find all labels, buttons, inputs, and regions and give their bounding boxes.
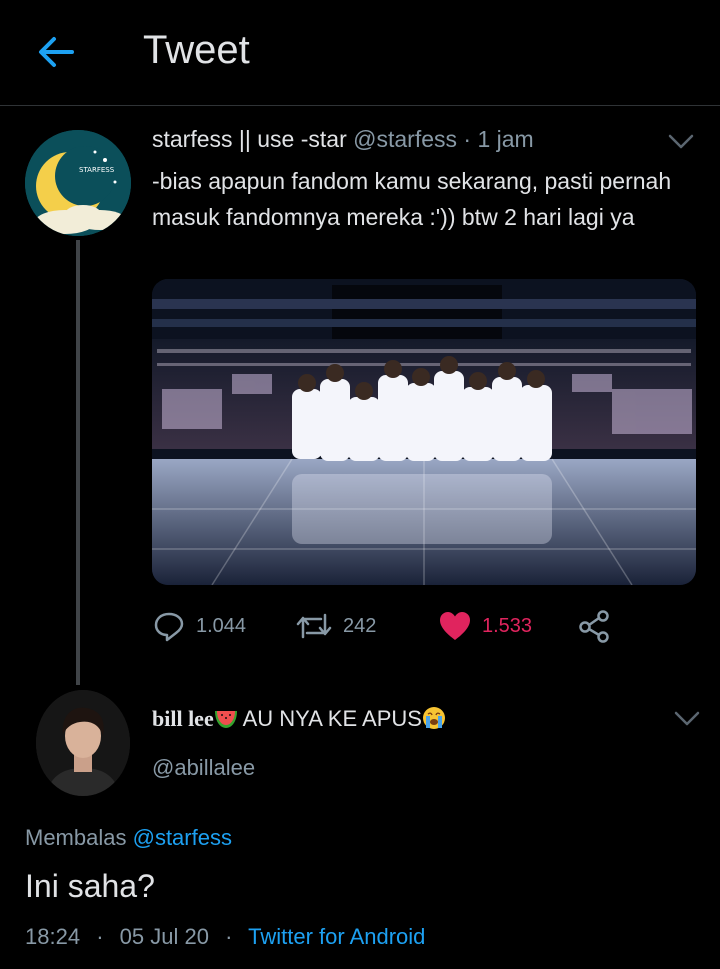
retweet-icon: [296, 613, 332, 639]
reply-menu-button[interactable]: [674, 711, 700, 727]
reply-source-link[interactable]: Twitter for Android: [248, 924, 425, 949]
reply-button[interactable]: 1.044: [152, 606, 246, 646]
reply-author-name[interactable]: bill lee: [152, 706, 214, 731]
replying-prefix: Membalas: [25, 825, 127, 850]
watermelon-emoji: [214, 711, 237, 728]
back-arrow-icon: [39, 37, 74, 67]
back-button[interactable]: [36, 34, 76, 70]
replying-to-link[interactable]: @starfess: [133, 825, 232, 850]
reply-meta: 18:24 · 05 Jul 20 · Twitter for Android: [25, 924, 425, 950]
share-button[interactable]: [578, 606, 612, 646]
starfess-logo: STARFESS: [25, 130, 131, 236]
meta-separator: ·: [225, 924, 233, 949]
chevron-down-icon: [668, 134, 694, 149]
author-handle[interactable]: @starfess: [353, 126, 457, 152]
retweet-button[interactable]: 242: [295, 606, 376, 646]
reply-author-name-text: AU NYA KE APUS: [242, 706, 422, 731]
meta-separator: ·: [96, 924, 104, 949]
chevron-down-icon: [674, 711, 700, 726]
reply-time: 18:24: [25, 924, 81, 949]
tweet-menu-button[interactable]: [668, 134, 694, 150]
retweet-count: 242: [343, 614, 377, 637]
reply-date: 05 Jul 20: [119, 924, 209, 949]
separator: ·: [463, 126, 472, 152]
avatar-abillalee[interactable]: [36, 690, 130, 796]
reply-author-row[interactable]: bill lee AU NYA KE APUS: [152, 706, 446, 732]
avatar-starfess[interactable]: STARFESS: [25, 130, 131, 236]
tweet-time: 1 jam: [477, 126, 534, 152]
tweet-text: -bias apapun fandom kamu sekarang, pasti…: [152, 168, 672, 230]
reply-count: 1.044: [196, 614, 247, 637]
heart-icon: [440, 612, 470, 640]
author-name[interactable]: starfess || use -star: [152, 126, 347, 152]
page-title: Tweet: [143, 28, 250, 72]
reply-author-handle[interactable]: @abillalee: [152, 755, 255, 781]
logo-text: STARFESS: [79, 166, 115, 174]
tweet-actions: 1.044 242 1.533: [152, 606, 712, 646]
top-bar: Tweet: [0, 0, 720, 106]
reply-icon: [154, 612, 184, 642]
like-count: 1.533: [482, 614, 533, 637]
tweet-author-row[interactable]: starfess || use -star @starfess · 1 jam: [152, 126, 534, 153]
replying-to: Membalas @starfess: [25, 825, 232, 851]
thread-line: [76, 240, 80, 685]
crying-emoji: [422, 707, 445, 729]
tweet-photo[interactable]: [152, 279, 696, 585]
like-button[interactable]: 1.533: [438, 606, 532, 646]
reply-text: Ini saha?: [25, 868, 155, 904]
share-icon: [579, 610, 609, 643]
